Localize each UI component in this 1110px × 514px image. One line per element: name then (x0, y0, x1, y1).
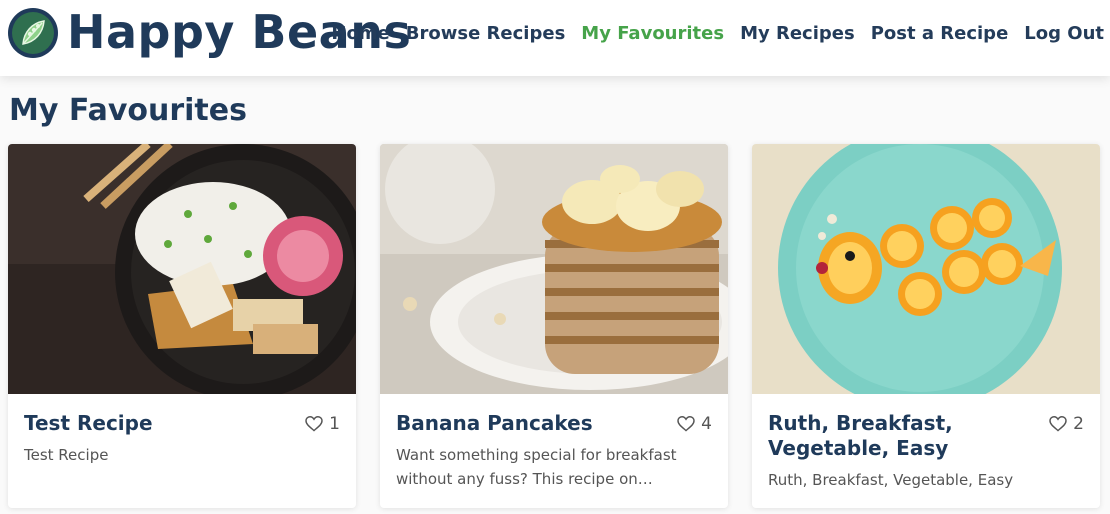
recipe-card[interactable]: Banana Pancakes 4 Want something special… (380, 144, 728, 508)
recipe-card[interactable]: Test Recipe 1 Test Recipe (8, 144, 356, 508)
heart-icon[interactable] (305, 416, 323, 432)
recipe-card[interactable]: Ruth, Breakfast, Vegetable, Easy 2 Ruth,… (752, 144, 1100, 508)
card-title[interactable]: Ruth, Breakfast, Vegetable, Easy (768, 411, 1038, 461)
card-description: Ruth, Breakfast, Vegetable, Easy (768, 471, 1014, 489)
nav-my-favourites[interactable]: My Favourites (581, 23, 724, 44)
nav-browse-recipes[interactable]: Browse Recipes (406, 23, 566, 44)
likes-counter[interactable]: 4 (677, 414, 712, 434)
likes-counter[interactable]: 1 (305, 414, 340, 434)
likes-count: 1 (329, 414, 340, 434)
heart-icon[interactable] (1049, 416, 1067, 432)
card-description: Want something special for breakfast wit… (396, 446, 677, 488)
card-title[interactable]: Banana Pancakes (396, 411, 666, 436)
nav-post-a-recipe[interactable]: Post a Recipe (871, 23, 1009, 44)
likes-count: 2 (1073, 414, 1084, 434)
page-title: My Favourites (9, 93, 247, 128)
nav-home[interactable]: Home (331, 23, 389, 44)
heart-icon[interactable] (677, 416, 695, 432)
orange-fish-plate-photo[interactable] (752, 144, 1100, 394)
banana-pancakes-photo[interactable] (380, 144, 728, 394)
card-title[interactable]: Test Recipe (24, 411, 294, 436)
likes-counter[interactable]: 2 (1049, 414, 1084, 434)
navbar: Happy Beans Home Browse Recipes My Favou… (0, 0, 1110, 76)
card-description: Test Recipe (24, 446, 109, 464)
nav-my-recipes[interactable]: My Recipes (740, 23, 855, 44)
likes-count: 4 (701, 414, 712, 434)
logo-icon[interactable] (8, 8, 58, 58)
rice-tofu-bowl-photo[interactable] (8, 144, 356, 394)
main-nav: Home Browse Recipes My Favourites My Rec… (331, 0, 1104, 66)
nav-log-out[interactable]: Log Out (1024, 23, 1104, 44)
